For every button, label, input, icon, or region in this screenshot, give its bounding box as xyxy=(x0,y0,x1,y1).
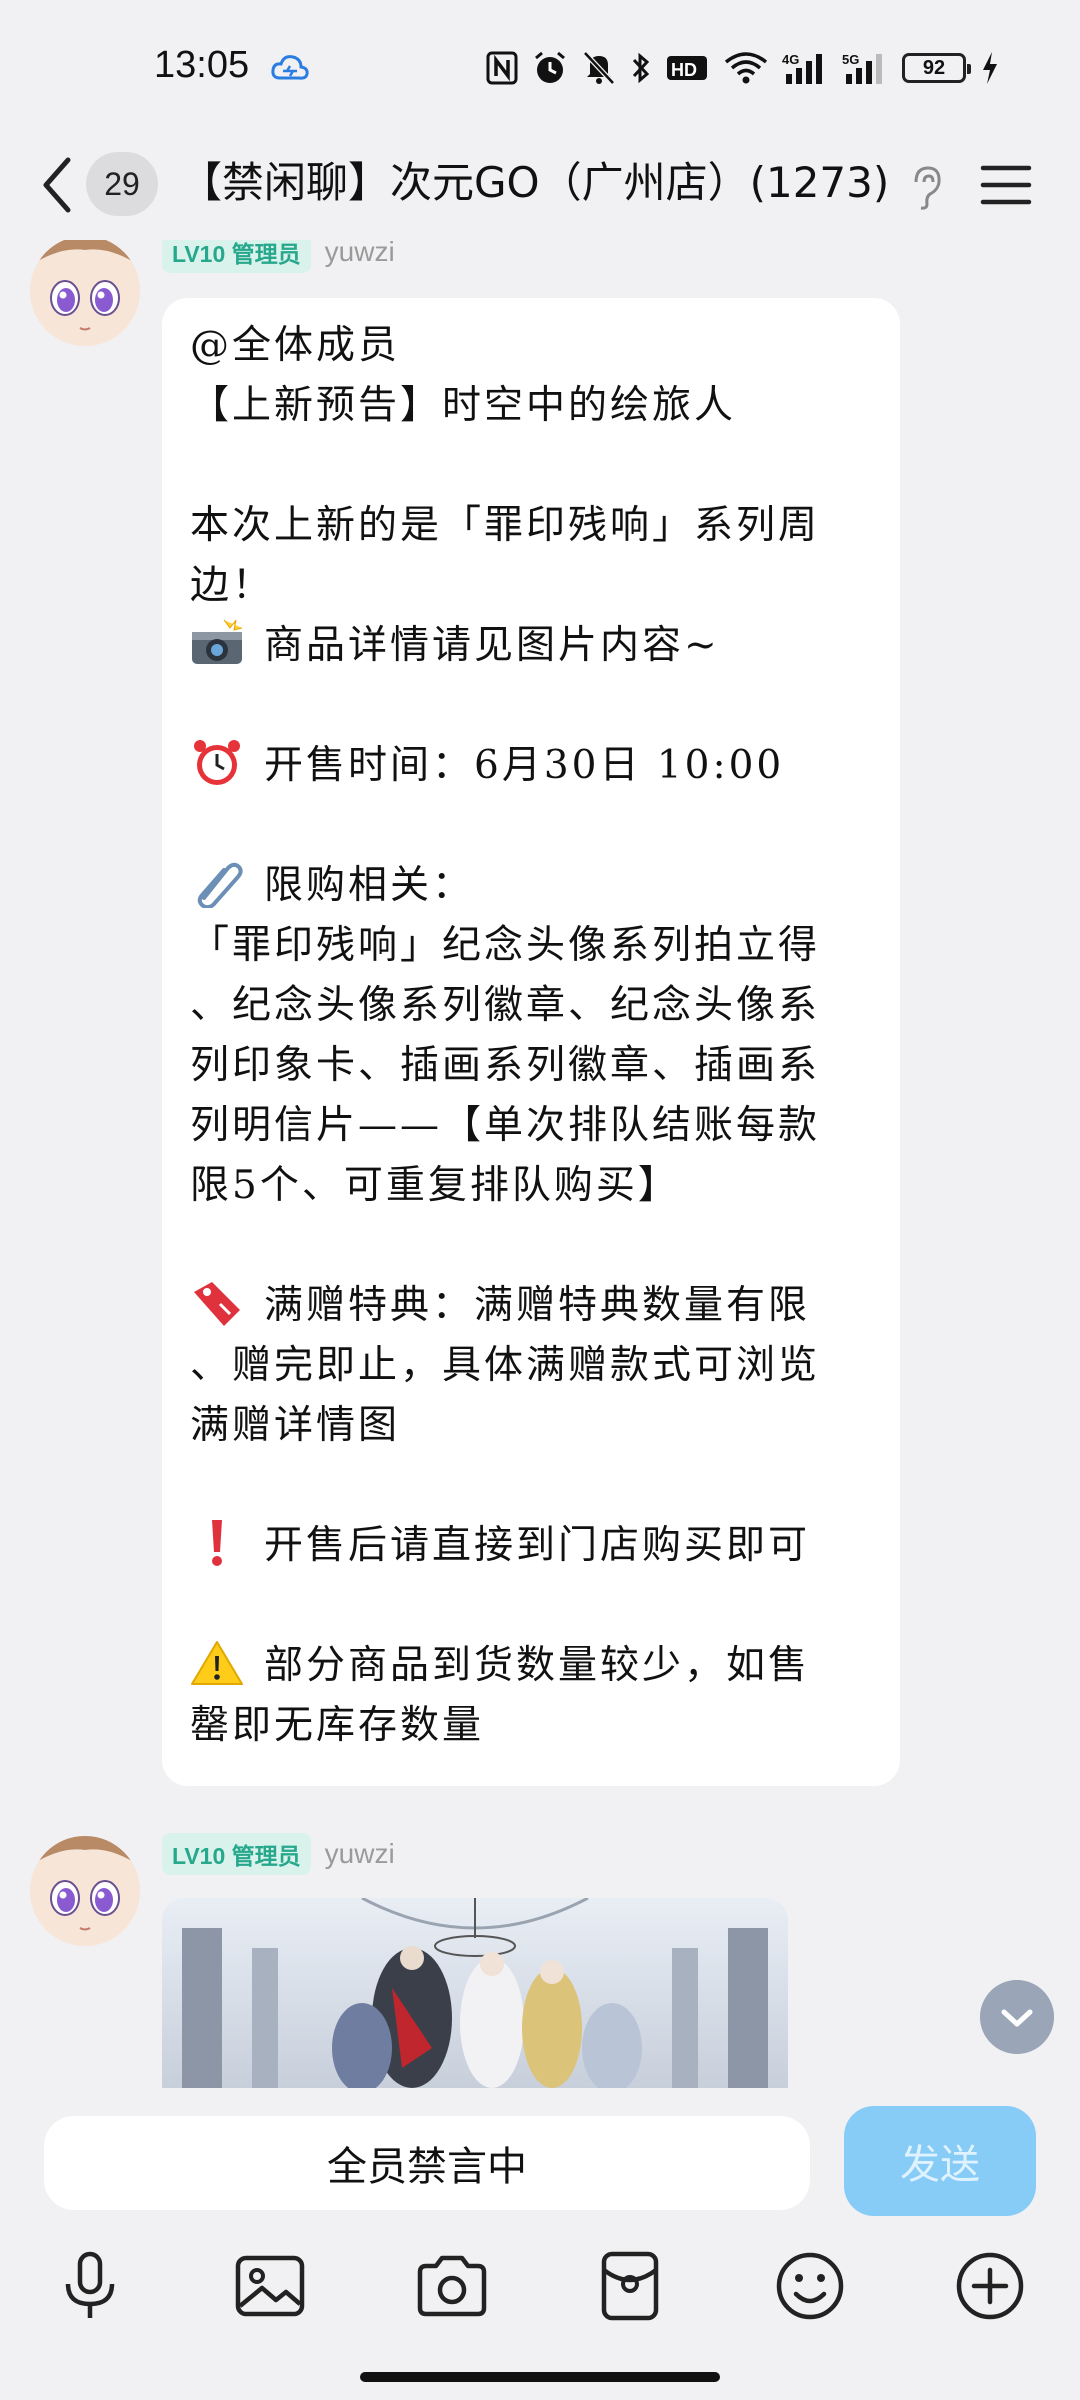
illustration-image[interactable] xyxy=(162,1898,788,2088)
send-button[interactable]: 发送 xyxy=(844,2106,1036,2216)
red-packet-icon[interactable] xyxy=(592,2248,668,2324)
mute-icon xyxy=(583,51,615,85)
camera-icon[interactable] xyxy=(414,2248,490,2324)
avatar[interactable] xyxy=(30,240,140,346)
battery-icon: 92 xyxy=(902,53,971,83)
input-area: 全员禁言中 发送 xyxy=(0,2088,1080,2400)
image-icon[interactable] xyxy=(232,2248,308,2324)
sender-info: LV10 管理员 yuwzi xyxy=(162,1833,395,1875)
charging-icon xyxy=(983,52,997,84)
paperclip-emoji xyxy=(197,862,243,908)
message-line: @全体成员 xyxy=(190,323,401,368)
chat-header: 29 【禁闲聊】次元GO（广州店）(1273) xyxy=(0,130,1080,240)
muted-input-field[interactable]: 全员禁言中 xyxy=(44,2116,810,2210)
wifi-icon xyxy=(724,52,768,84)
back-arrow-icon[interactable] xyxy=(34,150,84,220)
level-badge: LV10 管理员 xyxy=(162,1833,311,1875)
message-line: 列印象卡、插画系列徽章、插画系 xyxy=(190,1043,821,1088)
home-indicator[interactable] xyxy=(360,2372,720,2382)
status-bar: 13:05 HD 4G 5G 92 xyxy=(0,0,1080,130)
emoji-icon[interactable] xyxy=(772,2248,848,2324)
message-line: 开售时间：6月30日 10:00 xyxy=(190,736,872,796)
ear-icon[interactable] xyxy=(906,162,946,212)
svg-text:4G: 4G xyxy=(782,52,799,67)
exclamation-emoji xyxy=(212,1520,222,1566)
message-line: 罄即无库存数量 xyxy=(190,1703,485,1748)
input-toolbar xyxy=(0,2248,1080,2338)
hd-icon: HD xyxy=(667,56,707,80)
bluetooth-icon xyxy=(632,52,650,84)
sender-name[interactable]: yuwzi xyxy=(325,1838,395,1870)
plus-icon[interactable] xyxy=(952,2248,1028,2324)
message-line: 满赠特典：满赠特典数量有限 xyxy=(190,1276,872,1336)
message-line xyxy=(190,796,872,856)
camera-flash-emoji xyxy=(192,619,243,664)
alarm-icon xyxy=(535,51,565,83)
signal-4g-icon: 4G xyxy=(782,52,822,84)
message-line: 部分商品到货数量较少，如售 xyxy=(190,1636,872,1696)
bookmark-emoji xyxy=(194,1282,240,1326)
status-icons: HD 4G 5G 92 xyxy=(486,50,1000,86)
avatar[interactable] xyxy=(30,1836,140,1946)
sender-name[interactable]: yuwzi xyxy=(325,240,395,268)
cloud-sync-icon xyxy=(271,55,309,80)
chat-messages[interactable]: LV10 管理员 yuwzi @全体成员 【上新预告】时空中的绘旅人 本次上新的… xyxy=(0,240,1080,2088)
signal-5g-icon: 5G xyxy=(842,52,882,84)
message-line: 边！ xyxy=(190,563,275,608)
message-line: 限购相关： xyxy=(190,856,872,916)
message-line: 、纪念头像系列徽章、纪念头像系 xyxy=(190,983,821,1028)
svg-text:5G: 5G xyxy=(842,52,859,67)
nfc-icon xyxy=(486,51,518,85)
message-line: 本次上新的是「罪印残响」系列周 xyxy=(190,503,821,548)
message-line: 列明信片——【单次排队结账每款 xyxy=(190,1103,821,1148)
message-line: 商品详情请见图片内容~ xyxy=(190,616,872,676)
message-line xyxy=(190,436,872,496)
alarm-clock-emoji xyxy=(194,740,240,785)
message-line xyxy=(190,1576,872,1636)
message-line xyxy=(190,1216,872,1276)
message-line: 【上新预告】时空中的绘旅人 xyxy=(190,383,737,428)
warning-emoji xyxy=(191,1641,243,1685)
message-line xyxy=(190,1456,872,1516)
message-line: 、赠完即止，具体满赠款式可浏览 xyxy=(190,1343,821,1388)
message-line xyxy=(190,676,872,736)
message-line: 开售后请直接到门店购买即可 xyxy=(190,1516,872,1576)
scroll-to-bottom-button[interactable] xyxy=(980,1980,1054,2054)
group-title[interactable]: 【禁闲聊】次元GO（广州店）(1273) xyxy=(180,148,900,218)
unread-count-badge[interactable]: 29 xyxy=(86,152,158,216)
message-line: 限5个、可重复排队购买】 xyxy=(190,1163,680,1208)
message-line: 满赠详情图 xyxy=(190,1403,401,1448)
status-time: 13:05 xyxy=(154,44,250,86)
menu-icon[interactable] xyxy=(980,160,1032,210)
message-bubble[interactable]: @全体成员 【上新预告】时空中的绘旅人 本次上新的是「罪印残响」系列周 边！ 商… xyxy=(162,298,900,1786)
sender-info: LV10 管理员 yuwzi xyxy=(162,240,395,273)
level-badge: LV10 管理员 xyxy=(162,240,311,273)
message-line: 「罪印残响」纪念头像系列拍立得 xyxy=(190,923,821,968)
microphone-icon[interactable] xyxy=(52,2248,128,2324)
svg-text:HD: HD xyxy=(671,60,697,80)
